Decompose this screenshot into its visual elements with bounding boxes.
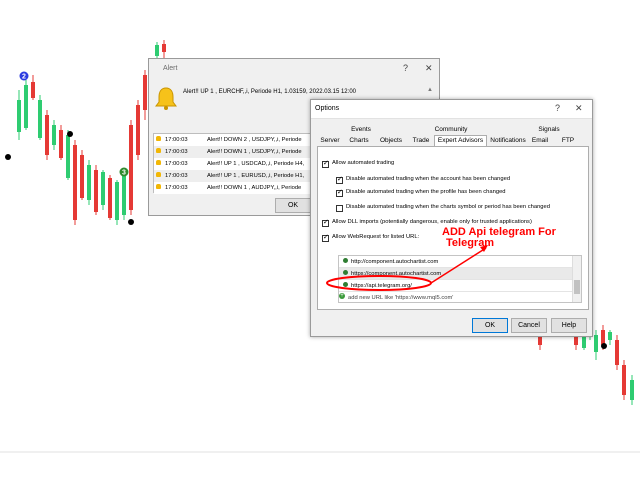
- annotation-line-2: Telegram: [446, 237, 495, 249]
- telegram-url-highlight: [326, 275, 432, 291]
- annotation-overlay: [326, 245, 488, 291]
- annotation-arrow-line: [430, 247, 487, 284]
